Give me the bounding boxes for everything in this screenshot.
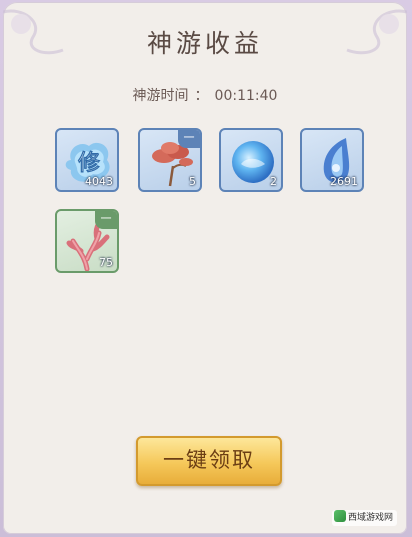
reward-count: 4043 (85, 175, 113, 188)
reward-slot-coral[interactable]: 一 75 (55, 209, 119, 273)
reward-tag: 一 (95, 211, 117, 229)
site-watermark: 西域游戏网 (331, 510, 397, 526)
rewards-panel: 神游收益 神游时间 ： 00:11:40 修 4043 一 5 2 2691 一 … (3, 2, 407, 534)
duration-separator: ： (194, 88, 209, 104)
duration-label: 神游时间 (132, 88, 189, 104)
reward-count: 2691 (330, 175, 358, 188)
reward-slot-flower[interactable]: 一 5 (138, 128, 202, 192)
svg-text:修: 修 (78, 151, 100, 176)
claim-all-button[interactable]: 一键领取 (136, 436, 282, 486)
reward-tag: 一 (178, 130, 200, 148)
duration-row: 神游时间 ： 00:11:40 (3, 85, 407, 105)
reward-slot-crystal[interactable]: 2691 (300, 128, 364, 192)
panel-title: 神游收益 (146, 29, 263, 58)
watermark-text: 西域游戏网 (347, 513, 393, 523)
reward-count: 2 (270, 175, 277, 188)
reward-count: 75 (99, 256, 113, 269)
reward-count: 5 (189, 175, 196, 188)
duration-value: 00:11:40 (214, 88, 278, 104)
site-logo-icon (333, 510, 346, 522)
reward-slot-cultivation[interactable]: 修 4043 (55, 128, 119, 192)
reward-slot-orb[interactable]: 2 (219, 128, 283, 192)
